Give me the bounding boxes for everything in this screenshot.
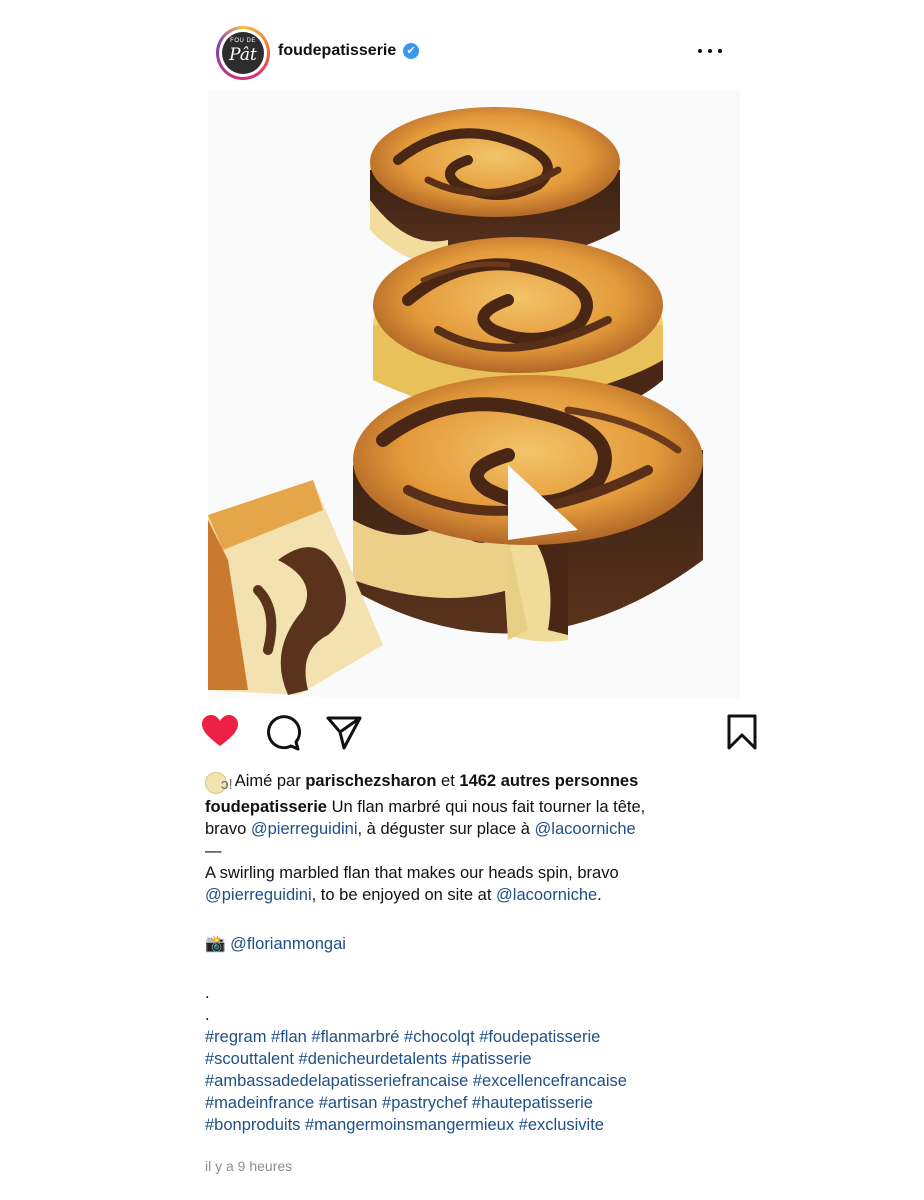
share-button[interactable] — [324, 712, 364, 752]
post-actions — [200, 708, 762, 756]
liker-username[interactable]: parischezsharon — [305, 772, 436, 790]
hashtags-line[interactable]: #regram #flan #flanmarbré #chocolqt #fou… — [205, 1026, 745, 1048]
send-icon — [326, 716, 362, 750]
caption-dot: . — [205, 984, 210, 1002]
comment-icon — [267, 715, 301, 751]
caption-line: A swirling marbled flan that makes our h… — [205, 864, 619, 882]
likes-summary[interactable]: ɔ! Aimé par parischezsharon et 1462 autr… — [205, 770, 745, 796]
post-image[interactable] — [208, 90, 740, 698]
comment-button[interactable] — [262, 712, 302, 752]
mention-link[interactable]: @pierreguidini — [251, 820, 358, 838]
verified-badge-icon: ✔ — [403, 43, 419, 59]
avatar[interactable]: FOU DE Pât — [216, 26, 270, 80]
more-options-icon[interactable] — [698, 44, 722, 58]
mention-link[interactable]: @lacoorniche — [535, 820, 636, 838]
caption-line: bravo @pierreguidini, à déguster sur pla… — [205, 820, 636, 838]
avatar-logo: FOU DE Pât — [222, 32, 264, 74]
post-header: FOU DE Pât foudepatisserie ✔ — [216, 24, 740, 82]
caption-author[interactable]: foudepatisserie — [205, 798, 327, 816]
bookmark-icon — [727, 714, 757, 750]
caption-block: ɔ! Aimé par parischezsharon et 1462 autr… — [205, 770, 745, 1136]
mention-link[interactable]: @florianmongai — [230, 935, 346, 953]
flan-photo — [208, 90, 740, 698]
post-timestamp: il y a 9 heures — [205, 1158, 293, 1174]
post-username[interactable]: foudepatisserie — [278, 42, 396, 60]
caption-line: foudepatisserie Un flan marbré qui nous … — [205, 798, 646, 816]
heart-filled-icon — [202, 715, 238, 746]
hashtags-line[interactable]: #bonproduits #mangermoinsmangermieux #ex… — [205, 1114, 745, 1136]
camera-icon: 📸 — [205, 935, 226, 953]
hashtags-line[interactable]: #ambassadedelapatisseriefrancaise #excel… — [205, 1070, 745, 1092]
likes-count[interactable]: 1462 autres personnes — [459, 772, 638, 790]
liker-avatar[interactable]: ɔ! — [205, 771, 233, 794]
save-button[interactable] — [722, 712, 762, 752]
caption-dash: — — [205, 842, 222, 860]
hashtags-line[interactable]: #scouttalent #denicheurdetalents #patiss… — [205, 1048, 745, 1070]
like-button[interactable] — [200, 712, 240, 752]
mention-link[interactable]: @pierreguidini — [205, 886, 312, 904]
caption-line: @pierreguidini, to be enjoyed on site at… — [205, 886, 602, 904]
caption-dot: . — [205, 1006, 210, 1024]
mention-link[interactable]: @lacoorniche — [496, 886, 597, 904]
photo-credit-line: 📸 @florianmongai — [205, 933, 745, 955]
hashtags-line[interactable]: #madeinfrance #artisan #pastrychef #haut… — [205, 1092, 745, 1114]
